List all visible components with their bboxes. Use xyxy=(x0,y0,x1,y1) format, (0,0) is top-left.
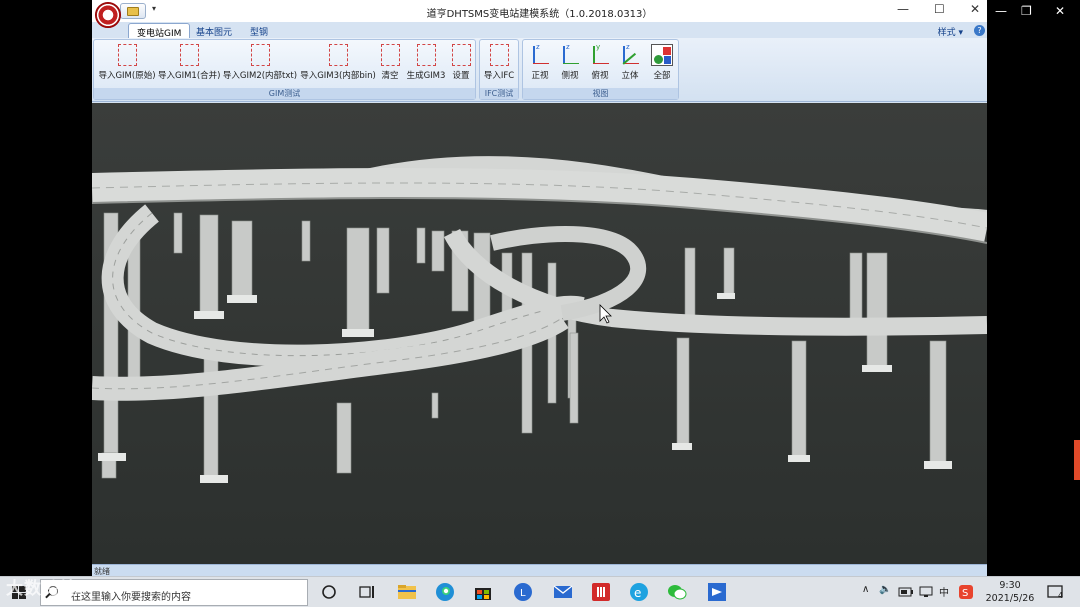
3d-view-button[interactable]: z 立体 xyxy=(615,42,645,86)
side-view-button[interactable]: z 侧视 xyxy=(555,42,585,86)
volume-icon[interactable]: 🔈 xyxy=(879,584,891,595)
app-window: ▾ 道亨DHTSMS变电站建模系统（1.0.2018.0313） — ☐ ✕ 变… xyxy=(92,0,987,576)
all-view-button[interactable]: 全部 xyxy=(647,42,677,86)
modeling-app-taskbar-icon[interactable] xyxy=(706,581,728,603)
cortana-icon[interactable] xyxy=(318,581,340,603)
fit-all-icon xyxy=(651,44,673,66)
tab-substation-gim[interactable]: 变电站GIM xyxy=(128,23,191,39)
edge-browser-icon[interactable] xyxy=(434,581,456,603)
app-logo-icon[interactable] xyxy=(95,2,121,28)
task-view-icon[interactable] xyxy=(356,581,378,603)
tab-basic-primitives[interactable]: 基本图元 xyxy=(188,23,240,38)
top-view-axis-icon: y xyxy=(589,43,611,66)
import-gim2-txt-button[interactable]: 导入GIM2(内部txt) xyxy=(222,42,298,86)
notification-count-badge: 4 xyxy=(1058,591,1064,600)
svg-text:S: S xyxy=(962,588,968,599)
maximize-button[interactable]: ☐ xyxy=(934,2,945,16)
top-view-button[interactable]: y 俯视 xyxy=(585,42,615,86)
placeholder-icon xyxy=(489,44,509,66)
sogou-input-icon[interactable]: S xyxy=(958,584,974,600)
lync-app-icon[interactable]: L xyxy=(512,581,534,603)
minimize-button[interactable]: — xyxy=(897,2,909,16)
ribbon-group-gim-test: 导入GIM(原始) 导入GIM1(合并) 导入GIM2(内部txt) 导入GIM… xyxy=(93,39,476,100)
import-gim-raw-button[interactable]: 导入GIM(原始) xyxy=(97,42,157,86)
status-bar: 就绪 xyxy=(92,564,987,576)
side-view-axis-icon: z xyxy=(559,43,581,66)
title-bar: ▾ 道亨DHTSMS变电站建模系统（1.0.2018.0313） — ☐ ✕ xyxy=(92,0,987,22)
ie-browser-icon[interactable]: e xyxy=(628,581,650,603)
ribbon-tabs: 变电站GIM 基本图元 型钢 样式 ▾ ? xyxy=(92,22,987,39)
import-gim3-bin-button[interactable]: 导入GIM3(内部bin) xyxy=(300,42,376,86)
import-gim1-merge-button[interactable]: 导入GIM1(合并) xyxy=(158,42,220,86)
tab-section-steel[interactable]: 型钢 xyxy=(242,23,276,38)
outer-close-button[interactable]: ✕ xyxy=(1055,4,1065,18)
clear-button[interactable]: 清空 xyxy=(378,42,402,86)
placeholder-icon xyxy=(451,44,471,66)
store-icon[interactable] xyxy=(472,581,494,603)
placeholder-icon xyxy=(117,44,137,66)
outer-window-controls: — ❐ ✕ xyxy=(987,0,1080,24)
generate-gim3-button[interactable]: 生成GIM3 xyxy=(406,42,446,86)
battery-icon[interactable] xyxy=(898,585,914,599)
help-icon[interactable]: ? xyxy=(974,25,985,36)
tray-expand-button[interactable]: ∧ xyxy=(862,584,869,595)
placeholder-icon xyxy=(328,44,348,66)
group-label-gim-test: GIM测试 xyxy=(94,88,475,99)
3d-view-axis-icon: z xyxy=(619,43,641,66)
taskbar: 在这里输入你要搜索的内容 L e ∧ 🔈 中 S 9:30 2021/5/26 … xyxy=(0,576,1080,607)
front-view-axis-icon: z xyxy=(529,43,551,66)
clock-time: 9:30 xyxy=(999,580,1021,591)
window-title: 道亨DHTSMS变电站建模系统（1.0.2018.0313） xyxy=(426,9,653,20)
file-explorer-icon[interactable] xyxy=(396,581,418,603)
svg-text:L: L xyxy=(520,588,526,599)
svg-text:e: e xyxy=(634,586,641,600)
3d-viewport[interactable] xyxy=(92,103,987,564)
wechat-icon[interactable] xyxy=(666,581,688,603)
network-icon[interactable] xyxy=(918,585,934,599)
group-label-ifc-test: IFC测试 xyxy=(480,88,518,99)
outer-restore-button[interactable]: ❐ xyxy=(1021,4,1032,18)
placeholder-icon xyxy=(416,44,436,66)
ribbon-group-view: z 正视 z 侧视 y 俯视 z 立体 全部 视图 xyxy=(522,39,679,100)
taskbar-search-box[interactable]: 在这里输入你要搜索的内容 xyxy=(40,579,308,606)
close-button[interactable]: ✕ xyxy=(970,2,980,16)
taskbar-clock[interactable]: 9:30 2021/5/26 xyxy=(982,579,1038,605)
group-label-view: 视图 xyxy=(523,88,678,99)
outer-minimize-button[interactable]: — xyxy=(995,4,1007,18)
search-placeholder: 在这里输入你要搜索的内容 xyxy=(71,592,191,603)
mail-icon[interactable] xyxy=(552,581,574,603)
ime-indicator[interactable]: 中 xyxy=(939,584,949,599)
style-menu[interactable]: 样式 ▾ xyxy=(938,25,963,38)
placeholder-icon xyxy=(179,44,199,66)
front-view-button[interactable]: z 正视 xyxy=(525,42,555,86)
interchange-model-render xyxy=(92,103,987,564)
side-scroll-indicator[interactable] xyxy=(1074,440,1080,480)
ribbon: 导入GIM(原始) 导入GIM1(合并) 导入GIM2(内部txt) 导入GIM… xyxy=(92,38,987,102)
ribbon-group-ifc-test: 导入IFC IFC测试 xyxy=(479,39,519,100)
placeholder-icon xyxy=(250,44,270,66)
settings-button[interactable]: 设置 xyxy=(448,42,474,86)
watermark-text: 大数跨境 xyxy=(6,579,78,599)
placeholder-icon xyxy=(380,44,400,66)
import-ifc-button[interactable]: 导入IFC xyxy=(481,42,517,86)
red-app-icon[interactable] xyxy=(590,581,612,603)
clock-date: 2021/5/26 xyxy=(985,593,1035,604)
